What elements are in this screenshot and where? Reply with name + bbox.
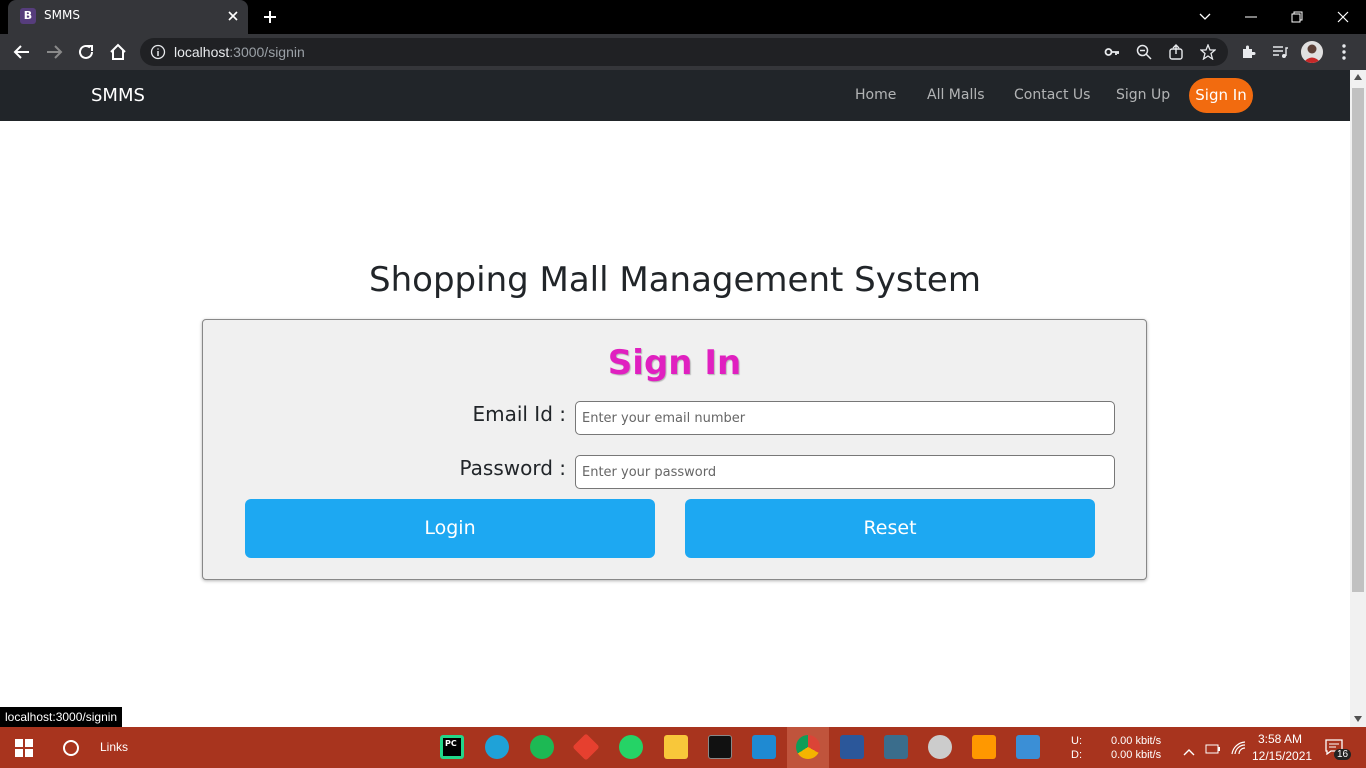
windows-start-icon[interactable] [15,739,33,761]
reload-icon[interactable] [76,42,96,62]
bookmark-star-icon[interactable] [1198,42,1218,62]
clock-date[interactable]: 12/15/2021 [1252,749,1312,763]
close-window-icon[interactable] [1320,0,1366,34]
login-button[interactable]: Login [245,499,655,558]
status-bar-url: localhost:3000/signin [0,707,123,727]
tray-chevron-up-icon[interactable] [1183,741,1195,760]
nav-link-home[interactable]: Home [855,87,896,103]
battery-icon[interactable] [1205,740,1221,759]
email-field[interactable] [575,401,1115,435]
vscode-icon[interactable] [752,735,776,759]
signin-card: Sign In Email Id : Password : Login Rese… [202,319,1147,580]
signin-title: Sign In [607,343,742,383]
address-bar[interactable]: localhost:3000/signin [140,38,1228,66]
url-text: localhost:3000/signin [174,44,305,60]
media-control-icon[interactable] [1270,42,1290,62]
git-icon[interactable] [572,733,600,761]
back-arrow-icon[interactable] [12,42,32,62]
password-label: Password : [459,456,566,480]
password-field[interactable] [575,455,1115,489]
close-tab-icon[interactable] [224,7,242,25]
chrome-icon[interactable] [796,735,820,759]
email-label: Email Id : [472,402,566,426]
photos-icon[interactable] [1016,735,1040,759]
minimize-icon[interactable] [1228,0,1274,34]
settings-icon[interactable] [928,735,952,759]
net-up-label: U: [1071,735,1082,747]
nav-link-contact-us[interactable]: Contact Us [1014,87,1090,103]
cortana-search-icon[interactable] [62,739,80,761]
scroll-up-icon[interactable] [1354,74,1362,80]
reset-button[interactable]: Reset [685,499,1095,558]
profile-avatar[interactable] [1301,41,1323,63]
page-viewport: SMMS Home All Malls Contact Us Sign Up S… [0,70,1350,727]
share-icon[interactable] [1166,42,1186,62]
file-explorer-icon[interactable] [664,735,688,759]
wifi-icon[interactable] [1231,740,1247,759]
site-info-icon[interactable] [150,44,166,60]
chrome-active-tile[interactable] [787,727,829,768]
taskbar-links-label[interactable]: Links [100,740,128,754]
net-down-label: D: [1071,749,1082,761]
site-navbar: SMMS Home All Malls Contact Us Sign Up S… [0,70,1350,121]
zoom-icon[interactable] [1134,42,1154,62]
whatsapp-icon[interactable] [619,735,643,759]
forward-arrow-icon[interactable] [44,42,64,62]
edge-icon[interactable] [485,735,509,759]
key-icon[interactable] [1102,42,1122,62]
nav-link-sign-in[interactable]: Sign In [1189,78,1253,113]
bootstrap-favicon-icon: B [20,8,36,24]
spotify-icon[interactable] [530,735,554,759]
menu-kebab-icon[interactable] [1334,42,1354,62]
notification-count-badge: 16 [1334,749,1352,760]
new-tab-icon[interactable] [260,7,280,27]
net-up-speed: 0.00 kbit/s [1111,735,1162,747]
nav-link-all-malls[interactable]: All Malls [927,87,985,103]
page-scrollbar[interactable] [1350,70,1366,727]
windows-taskbar: Links PC U: D: 0.00 kbit/s 0.00 kbit/s 3… [0,727,1366,768]
restore-icon[interactable] [1274,0,1320,34]
sublime-icon[interactable] [972,735,996,759]
net-down-speed: 0.00 kbit/s [1111,749,1162,761]
clock-time[interactable]: 3:58 AM [1258,732,1302,746]
page-title: Shopping Mall Management System [369,260,981,300]
nav-link-sign-up[interactable]: Sign Up [1116,87,1170,103]
browser-tabstrip: B SMMS [0,0,1366,34]
tab-search-icon[interactable] [1182,0,1228,34]
home-icon[interactable] [108,42,128,62]
extensions-icon[interactable] [1238,42,1258,62]
terminal-icon[interactable] [708,735,732,759]
scroll-down-icon[interactable] [1354,716,1362,722]
browser-tab[interactable]: B SMMS [8,0,248,34]
mysql-workbench-icon[interactable] [884,735,908,759]
word-icon[interactable] [840,735,864,759]
brand-logo[interactable]: SMMS [91,85,145,106]
browser-toolbar: localhost:3000/signin [0,34,1366,70]
pycharm-icon[interactable]: PC [440,735,464,759]
tab-title: SMMS [44,8,80,22]
scroll-thumb[interactable] [1352,88,1364,592]
